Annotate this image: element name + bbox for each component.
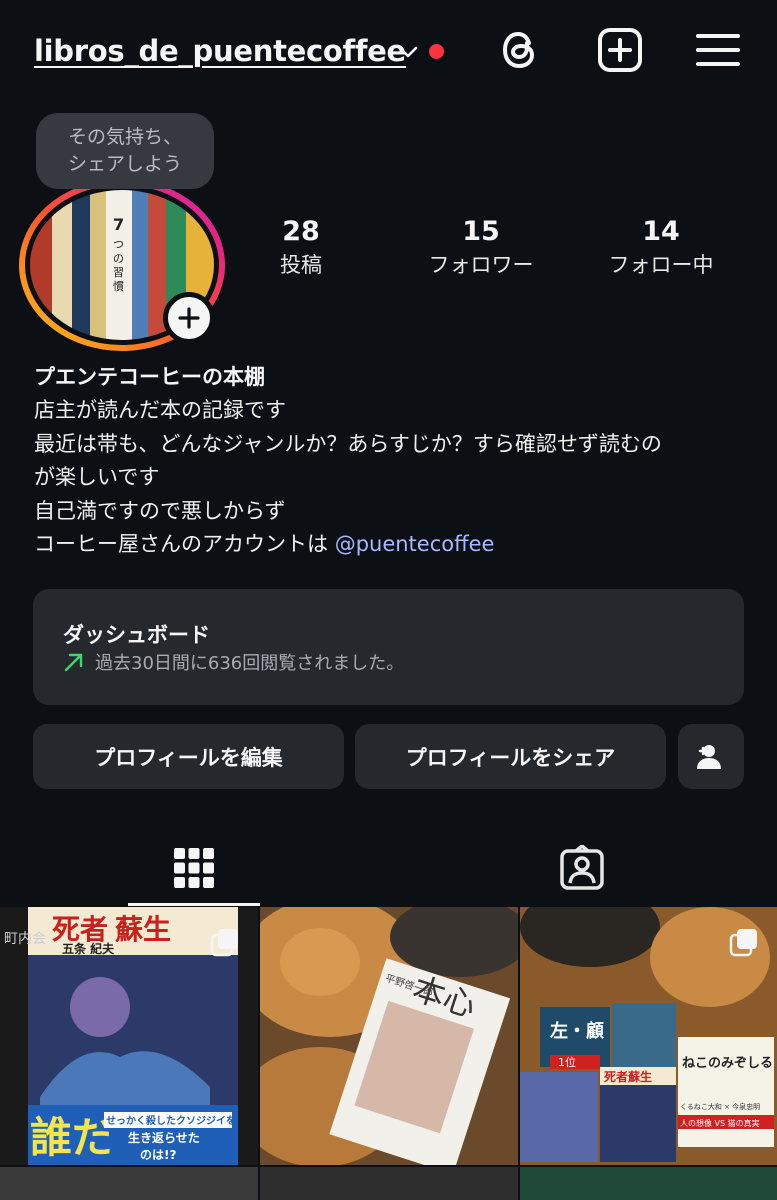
- stat-following[interactable]: 14 フォロー中: [600, 214, 722, 280]
- post1-big: 誰だ: [30, 1113, 114, 1162]
- note-line-2: シェアしよう: [67, 153, 182, 175]
- note-line-1: その気持ち、: [67, 126, 182, 148]
- bio-line: 最近は帯も、どんなジャンルか？あらすじか？すら確認せず読むの: [34, 431, 662, 456]
- carousel-icon: [210, 929, 238, 957]
- professional-dashboard[interactable]: ダッシュボード 過去30日間に636回閲覧されました。: [33, 589, 744, 705]
- following-count: 14: [642, 216, 680, 247]
- post1-tagline-3: のは!?: [140, 1148, 176, 1162]
- bio-line: 自己満ですので悪しからず: [34, 498, 286, 523]
- tab-tagged[interactable]: [516, 830, 648, 906]
- svg-text:つ: つ: [113, 238, 124, 251]
- menu-icon[interactable]: [694, 26, 742, 74]
- mention-prefix: コーヒー屋さんのアカウントは: [34, 532, 335, 556]
- post3-tagline: 人の想像 VS 猫の真実: [680, 1118, 760, 1128]
- post-thumbnail[interactable]: 左・顧 1位 ねこのみぞしる 人の想像 VS 猫の真実 くるねこ大和 × 今泉忠…: [520, 907, 777, 1165]
- username-switcher[interactable]: libros_de_puentecoffee: [34, 34, 406, 68]
- post3-rank: 1位: [558, 1055, 576, 1069]
- add-story-button[interactable]: [163, 292, 215, 344]
- dashboard-subtitle: 過去30日間に636回閲覧されました。: [95, 653, 405, 674]
- post1-spine: 町内会: [4, 931, 46, 947]
- following-label: フォロー中: [608, 253, 714, 277]
- add-person-icon: [697, 744, 721, 769]
- post-thumbnail[interactable]: [0, 1167, 258, 1200]
- trend-up-icon: [64, 653, 83, 672]
- post3-book-main: ねこのみぞしる: [682, 1056, 773, 1071]
- followers-count: 15: [462, 216, 500, 247]
- display-name: プエンテコーヒーの本棚: [34, 365, 265, 389]
- dashboard-subtitle-row: 過去30日間に636回閲覧されました。: [63, 649, 404, 675]
- tab-posts-grid[interactable]: [128, 830, 260, 906]
- post1-title-b: 蘇生: [115, 913, 171, 946]
- svg-text:7: 7: [113, 215, 124, 234]
- discover-people-button[interactable]: [678, 724, 744, 789]
- posts-label: 投稿: [280, 253, 322, 277]
- active-tab-indicator: [128, 903, 260, 906]
- add-post-icon[interactable]: [596, 26, 644, 74]
- dashboard-title: ダッシュボード: [63, 623, 210, 647]
- stat-posts[interactable]: 28 投稿: [251, 214, 351, 280]
- post3-book-b: 死者蘇生: [604, 1069, 652, 1084]
- note-bubble[interactable]: その気持ち、 シェアしよう: [36, 113, 214, 189]
- post-thumbnail[interactable]: [520, 1167, 777, 1200]
- post-thumbnail[interactable]: 死者 蘇生 五条 紀夫 町内会 誰だ せっかく殺したクソジジイを 生き返らせた …: [0, 907, 258, 1165]
- post1-author: 五条 紀夫: [62, 941, 115, 956]
- post-image: 本心 平野啓一郎: [260, 907, 518, 1165]
- chevron-down-icon[interactable]: [396, 40, 420, 64]
- post1-tagline-1: せっかく殺したクソジジイを: [106, 1114, 236, 1127]
- post1-tagline-2: 生き返らせた: [128, 1130, 200, 1145]
- share-profile-button[interactable]: プロフィールをシェア: [355, 724, 666, 789]
- carousel-icon: [729, 929, 757, 957]
- post3-book-a: 左・顧: [550, 1020, 604, 1042]
- threads-icon[interactable]: [496, 26, 544, 74]
- followers-label: フォロワー: [428, 253, 534, 277]
- stat-followers[interactable]: 15 フォロワー: [420, 214, 542, 280]
- tagged-person-icon: [560, 845, 604, 890]
- svg-text:習: 習: [113, 266, 124, 279]
- posts-count: 28: [282, 216, 320, 247]
- edit-profile-button[interactable]: プロフィールを編集: [33, 724, 344, 789]
- post3-authors: くるねこ大和 × 今泉忠明: [680, 1102, 760, 1111]
- svg-text:慣: 慣: [113, 279, 124, 293]
- grid-icon: [174, 848, 214, 888]
- bio-mention-line: コーヒー屋さんのアカウントは @puentecoffee: [34, 528, 754, 562]
- post-thumbnail[interactable]: [260, 1167, 518, 1200]
- bio-line: が楽しいです: [34, 465, 160, 489]
- notification-dot: [429, 44, 444, 59]
- mention-link[interactable]: @puentecoffee: [335, 532, 495, 556]
- profile-bio: プエンテコーヒーの本棚 店主が読んだ本の記録です 最近は帯も、どんなジャンルか？…: [34, 360, 754, 562]
- bio-line: 店主が読んだ本の記録です: [34, 398, 286, 422]
- profile-header: libros_de_puentecoffee: [0, 0, 777, 110]
- svg-text:の: の: [113, 252, 124, 265]
- post-thumbnail[interactable]: 本心 平野啓一郎: [260, 907, 518, 1165]
